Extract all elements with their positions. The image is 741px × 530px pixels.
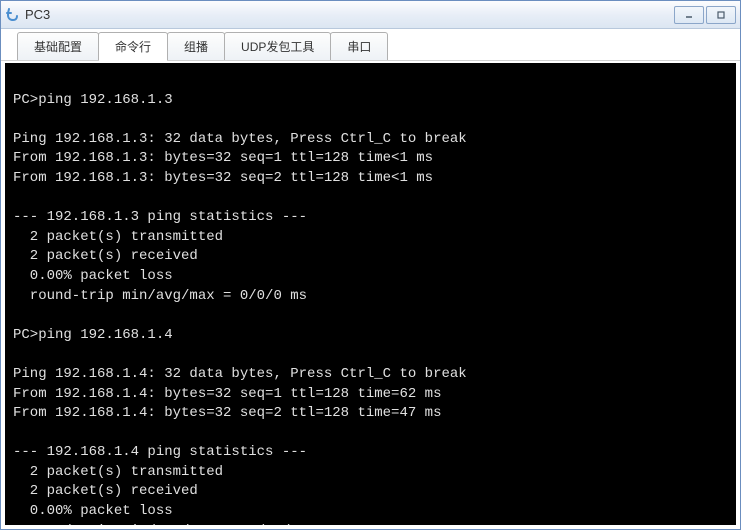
- terminal-line: From 192.168.1.3: bytes=32 seq=1 ttl=128…: [13, 149, 728, 169]
- terminal-line: PC>ping 192.168.1.3: [13, 91, 728, 111]
- terminal-line: From 192.168.1.4: bytes=32 seq=1 ttl=128…: [13, 385, 728, 405]
- tab-command-line[interactable]: 命令行: [98, 32, 168, 61]
- terminal-line: [13, 71, 728, 91]
- titlebar[interactable]: PC3: [1, 1, 740, 29]
- tab-multicast[interactable]: 组播: [167, 32, 225, 60]
- app-icon: [5, 7, 21, 23]
- terminal-line: Ping 192.168.1.3: 32 data bytes, Press C…: [13, 130, 728, 150]
- terminal-line: [13, 110, 728, 130]
- terminal-line: --- 192.168.1.3 ping statistics ---: [13, 208, 728, 228]
- tab-udp-tool[interactable]: UDP发包工具: [224, 32, 331, 60]
- window-controls: [672, 6, 736, 24]
- terminal-line: [13, 306, 728, 326]
- minimize-button[interactable]: [674, 6, 704, 24]
- maximize-button[interactable]: [706, 6, 736, 24]
- terminal-line: [13, 189, 728, 209]
- window-title: PC3: [25, 7, 672, 22]
- terminal-line: From 192.168.1.4: bytes=32 seq=2 ttl=128…: [13, 404, 728, 424]
- terminal-line: 2 packet(s) received: [13, 482, 728, 502]
- terminal-line: PC>ping 192.168.1.4: [13, 326, 728, 346]
- terminal-line: From 192.168.1.3: bytes=32 seq=2 ttl=128…: [13, 169, 728, 189]
- terminal-line: [13, 345, 728, 365]
- terminal[interactable]: PC>ping 192.168.1.3 Ping 192.168.1.3: 32…: [1, 61, 740, 529]
- terminal-line: --- 192.168.1.4 ping statistics ---: [13, 443, 728, 463]
- terminal-line: 0.00% packet loss: [13, 502, 728, 522]
- terminal-line: 2 packet(s) transmitted: [13, 463, 728, 483]
- tab-serial[interactable]: 串口: [330, 32, 388, 60]
- terminal-line: 2 packet(s) received: [13, 247, 728, 267]
- terminal-line: round-trip min/avg/max = 0/0/0 ms: [13, 287, 728, 307]
- terminal-line: [13, 424, 728, 444]
- terminal-line: Ping 192.168.1.4: 32 data bytes, Press C…: [13, 365, 728, 385]
- tab-basic-config[interactable]: 基础配置: [17, 32, 99, 60]
- tabbar: 基础配置 命令行 组播 UDP发包工具 串口: [1, 29, 740, 61]
- terminal-line: 2 packet(s) transmitted: [13, 228, 728, 248]
- terminal-line: round-trip min/avg/max = 47/54/62 ms: [13, 522, 728, 529]
- app-window: PC3 基础配置 命令行 组播 UDP发包工具 串口 PC>ping 192.1…: [0, 0, 741, 530]
- terminal-line: 0.00% packet loss: [13, 267, 728, 287]
